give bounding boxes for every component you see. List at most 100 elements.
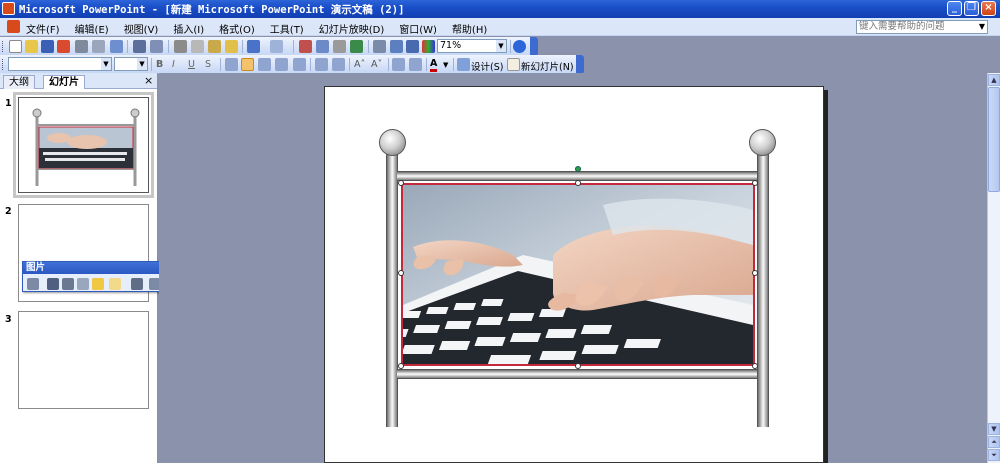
previous-slide-icon[interactable]: ⏶ <box>988 436 1000 448</box>
expand-all-icon[interactable] <box>373 40 386 53</box>
table-icon[interactable] <box>316 40 329 53</box>
toolbar-grip[interactable] <box>2 59 5 70</box>
scroll-down-icon[interactable]: ▼ <box>988 423 1000 435</box>
insert-picture-icon[interactable] <box>27 278 39 290</box>
less-brightness-icon[interactable] <box>109 278 121 290</box>
resize-handle-n[interactable] <box>575 180 581 186</box>
help-icon[interactable] <box>513 40 526 53</box>
paste-icon[interactable] <box>208 40 221 53</box>
font-color-icon[interactable]: A <box>430 59 438 72</box>
permission-icon[interactable] <box>57 40 70 53</box>
menu-file[interactable]: 文件(F) <box>26 21 60 36</box>
underline-icon[interactable]: U <box>188 59 195 70</box>
tables-borders-icon[interactable] <box>333 40 346 53</box>
bold-icon[interactable]: B <box>156 59 163 70</box>
decrease-indent-icon[interactable] <box>392 58 405 71</box>
align-center-icon[interactable] <box>241 58 254 71</box>
resize-handle-e[interactable] <box>752 270 758 276</box>
restore-button[interactable]: ❐ <box>964 1 979 16</box>
save-icon[interactable] <box>41 40 54 53</box>
chart-icon[interactable] <box>299 40 312 53</box>
menu-slideshow[interactable]: 幻灯片放映(D) <box>319 21 385 36</box>
color-grayscale-icon[interactable] <box>422 40 435 53</box>
print-preview-icon[interactable] <box>92 40 105 53</box>
menu-tools[interactable]: 工具(T) <box>270 21 304 36</box>
tab-slides[interactable]: 幻灯片 <box>43 75 85 89</box>
font-size-select[interactable]: ▼ <box>114 57 148 71</box>
more-contrast-icon[interactable] <box>62 278 74 290</box>
slide-canvas[interactable] <box>324 86 824 463</box>
new-slide-button[interactable]: 新幻灯片(N) <box>521 59 574 73</box>
print-icon[interactable] <box>75 40 88 53</box>
help-search-input[interactable]: 键入需要帮助的问题 ▼ <box>856 20 988 34</box>
grid-icon[interactable] <box>406 40 419 53</box>
tab-outline[interactable]: 大纲 <box>3 75 35 89</box>
toolbar-options-icon[interactable] <box>530 37 538 56</box>
rotation-handle[interactable] <box>575 166 581 172</box>
scrollbar-thumb[interactable] <box>988 87 1000 192</box>
increase-indent-icon[interactable] <box>409 58 422 71</box>
decrease-font-icon[interactable]: A˅ <box>371 59 382 70</box>
bullets-icon[interactable] <box>332 58 345 71</box>
distribute-icon[interactable] <box>275 58 288 71</box>
resize-handle-w[interactable] <box>398 270 404 276</box>
menu-insert[interactable]: 插入(I) <box>173 21 204 36</box>
align-left-icon[interactable] <box>225 58 238 71</box>
toolbar-grip[interactable] <box>2 41 5 52</box>
cut-icon[interactable] <box>174 40 187 53</box>
open-icon[interactable] <box>25 40 38 53</box>
copy-icon[interactable] <box>191 40 204 53</box>
design-icon[interactable] <box>457 58 470 71</box>
minimize-button[interactable]: _ <box>947 1 962 16</box>
close-icon[interactable]: × <box>144 74 153 87</box>
show-formatting-icon[interactable] <box>390 40 403 53</box>
keyboard-photo[interactable] <box>401 183 755 366</box>
numbering-icon[interactable] <box>315 58 328 71</box>
less-contrast-icon[interactable] <box>77 278 89 290</box>
scroll-up-icon[interactable]: ▲ <box>988 74 1000 86</box>
hyperlink-icon[interactable] <box>350 40 363 53</box>
research-icon[interactable] <box>150 40 163 53</box>
zoom-select[interactable]: 71% ▼ <box>437 39 507 53</box>
color-icon[interactable] <box>47 278 59 290</box>
align-right-icon[interactable] <box>258 58 271 71</box>
close-button[interactable]: × <box>981 1 996 16</box>
increase-font-icon[interactable]: A˄ <box>354 59 365 70</box>
design-button[interactable]: 设计(S) <box>471 59 503 73</box>
redo-icon[interactable] <box>270 40 283 53</box>
resize-handle-ne[interactable] <box>752 180 758 186</box>
resize-handle-s[interactable] <box>575 363 581 369</box>
menu-window[interactable]: 窗口(W) <box>399 21 437 36</box>
chevron-down-icon[interactable]: ▼ <box>137 58 147 70</box>
line-spacing-icon[interactable] <box>293 58 306 71</box>
chevron-down-icon[interactable]: ▼ <box>101 58 111 70</box>
undo-icon[interactable] <box>247 40 260 53</box>
italic-icon[interactable]: I <box>172 59 175 70</box>
slide-thumbnail-3[interactable] <box>18 311 149 409</box>
format-painter-icon[interactable] <box>225 40 238 53</box>
menu-edit[interactable]: 编辑(E) <box>75 21 109 36</box>
menu-help[interactable]: 帮助(H) <box>452 21 487 36</box>
menu-format[interactable]: 格式(O) <box>219 21 255 36</box>
next-slide-icon[interactable]: ⏷ <box>988 449 1000 461</box>
resize-handle-sw[interactable] <box>398 363 404 369</box>
new-slide-icon[interactable] <box>507 58 520 71</box>
shadow-icon[interactable]: S <box>205 59 211 70</box>
resize-handle-nw[interactable] <box>398 180 404 186</box>
font-name-select[interactable]: ▼ <box>8 57 112 71</box>
document-icon[interactable] <box>7 20 20 33</box>
chevron-down-icon[interactable]: ▼ <box>443 61 448 69</box>
resize-handle-se[interactable] <box>752 363 758 369</box>
chevron-down-icon[interactable]: ▼ <box>979 21 985 33</box>
menu-view[interactable]: 视图(V) <box>124 21 159 36</box>
vertical-scrollbar[interactable]: ▲ ▼ ⏶ ⏷ <box>987 73 1000 463</box>
email-icon[interactable] <box>110 40 123 53</box>
spelling-icon[interactable] <box>133 40 146 53</box>
app-icon[interactable] <box>2 2 15 15</box>
more-brightness-icon[interactable] <box>92 278 104 290</box>
crop-icon[interactable] <box>131 278 143 290</box>
slide-thumbnail-1[interactable] <box>13 92 154 198</box>
toolbar-options-icon[interactable] <box>576 55 584 74</box>
new-icon[interactable] <box>9 40 22 53</box>
chevron-down-icon[interactable]: ▼ <box>496 40 506 52</box>
